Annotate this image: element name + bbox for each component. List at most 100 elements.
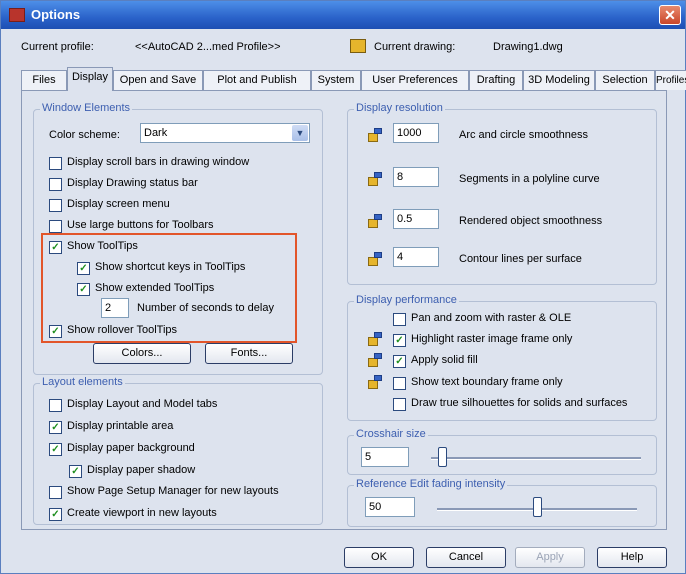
colors-button[interactable]: Colors... (93, 343, 191, 364)
layout-elements-title: Layout elements (40, 376, 125, 388)
close-button[interactable]: ✕ (659, 5, 681, 25)
checkmark-icon: ✓ (395, 356, 404, 367)
checkbox-extended-tooltips[interactable]: ✓ (77, 283, 90, 296)
pencil-icon (367, 331, 383, 347)
display-resolution-title: Display resolution (354, 102, 445, 114)
label-paper-shadow: Display paper shadow (87, 464, 196, 476)
rendered-smoothness-label: Rendered object smoothness (459, 215, 603, 227)
tab-system[interactable]: System (311, 70, 361, 90)
checkmark-icon: ✓ (51, 422, 60, 433)
checkbox-layout-model-tabs[interactable] (49, 399, 62, 412)
dropdown-arrow-icon[interactable]: ▼ (292, 125, 308, 141)
checkbox-paper-background[interactable]: ✓ (49, 443, 62, 456)
checkbox-scroll-bars[interactable] (49, 157, 62, 170)
label-printable-area: Display printable area (67, 420, 174, 432)
tab-files[interactable]: Files (21, 70, 67, 90)
checkmark-icon: ✓ (79, 263, 88, 274)
checkbox-pan-zoom-raster[interactable] (393, 313, 406, 326)
checkbox-rollover-tooltips[interactable]: ✓ (49, 325, 62, 338)
pencil-icon (367, 251, 383, 267)
checkmark-icon: ✓ (395, 335, 404, 346)
ok-button[interactable]: OK (344, 547, 414, 568)
tab-open-and-save[interactable]: Open and Save (113, 70, 203, 90)
tooltip-delay-label: Number of seconds to delay (137, 302, 274, 314)
pencil-icon (367, 213, 383, 229)
label-layout-model-tabs: Display Layout and Model tabs (67, 398, 218, 410)
checkbox-large-buttons[interactable] (49, 220, 62, 233)
label-true-silhouettes: Draw true silhouettes for solids and sur… (411, 397, 628, 409)
checkbox-apply-solid-fill[interactable]: ✓ (393, 355, 406, 368)
color-scheme-value: Dark (144, 127, 168, 139)
xref-fading-input[interactable]: 50 (365, 497, 415, 517)
tab-display[interactable]: Display (67, 67, 113, 91)
color-scheme-select[interactable]: Dark ▼ (140, 123, 310, 143)
checkbox-show-tooltips[interactable]: ✓ (49, 241, 62, 254)
label-extended-tooltips: Show extended ToolTips (95, 282, 215, 294)
label-scroll-bars: Display scroll bars in drawing window (67, 156, 250, 168)
crosshair-size-track[interactable] (431, 457, 641, 460)
checkbox-shortcut-keys[interactable]: ✓ (77, 262, 90, 275)
tab-plot-and-publish[interactable]: Plot and Publish (203, 70, 311, 90)
pencil-icon (367, 374, 383, 390)
checkbox-text-boundary[interactable] (393, 377, 406, 390)
checkmark-icon: ✓ (51, 242, 60, 253)
label-status-bar: Display Drawing status bar (67, 177, 198, 189)
label-page-setup-manager: Show Page Setup Manager for new layouts (67, 485, 279, 497)
checkmark-icon: ✓ (51, 444, 60, 455)
tooltip-delay-input[interactable]: 2 (101, 298, 129, 318)
title-bar: Options ✕ (1, 1, 685, 29)
contour-lines-input[interactable]: 4 (393, 247, 439, 267)
checkmark-icon: ✓ (71, 466, 80, 477)
tab-user-preferences[interactable]: User Preferences (361, 70, 469, 90)
crosshair-size-slider-thumb[interactable] (437, 447, 447, 467)
fonts-button[interactable]: Fonts... (205, 343, 293, 364)
crosshair-size-title: Crosshair size (354, 428, 428, 440)
label-highlight-raster: Highlight raster image frame only (411, 333, 573, 345)
checkbox-true-silhouettes[interactable] (393, 398, 406, 411)
checkmark-icon: ✓ (79, 284, 88, 295)
pencil-icon (367, 352, 383, 368)
color-scheme-label: Color scheme: (49, 129, 120, 141)
label-shortcut-keys: Show shortcut keys in ToolTips (95, 261, 246, 273)
polyline-segments-label: Segments in a polyline curve (459, 173, 600, 185)
apply-button[interactable]: Apply (515, 547, 585, 568)
help-button[interactable]: Help (597, 547, 667, 568)
tab-drafting[interactable]: Drafting (469, 70, 523, 90)
current-profile-value: <<AutoCAD 2...med Profile>> (135, 41, 281, 53)
checkbox-paper-shadow[interactable]: ✓ (69, 465, 82, 478)
checkbox-highlight-raster[interactable]: ✓ (393, 334, 406, 347)
label-apply-solid-fill: Apply solid fill (411, 354, 478, 366)
rendered-smoothness-input[interactable]: 0.5 (393, 209, 439, 229)
crosshair-size-input[interactable]: 5 (361, 447, 409, 467)
arc-smoothness-label: Arc and circle smoothness (459, 129, 588, 141)
label-screen-menu: Display screen menu (67, 198, 170, 210)
display-performance-title: Display performance (354, 294, 459, 306)
label-paper-background: Display paper background (67, 442, 195, 454)
label-large-buttons: Use large buttons for Toolbars (67, 219, 214, 231)
checkbox-create-viewport[interactable]: ✓ (49, 508, 62, 521)
label-pan-zoom-raster: Pan and zoom with raster & OLE (411, 312, 572, 324)
xref-fading-slider-thumb[interactable] (533, 497, 542, 517)
checkbox-printable-area[interactable]: ✓ (49, 421, 62, 434)
checkbox-page-setup-manager[interactable] (49, 486, 62, 499)
label-create-viewport: Create viewport in new layouts (67, 507, 217, 519)
arc-smoothness-input[interactable]: 1000 (393, 123, 439, 143)
checkbox-status-bar[interactable] (49, 178, 62, 191)
checkmark-icon: ✓ (51, 326, 60, 337)
pencil-icon (367, 171, 383, 187)
current-drawing-value: Drawing1.dwg (493, 41, 563, 53)
tab-profiles[interactable]: Profiles (655, 70, 686, 90)
window-title: Options (31, 7, 81, 22)
checkbox-screen-menu[interactable] (49, 199, 62, 212)
pencil-icon (367, 127, 383, 143)
options-dialog: Options ✕ Current profile: <<AutoCAD 2..… (0, 0, 686, 574)
label-text-boundary: Show text boundary frame only (411, 376, 563, 388)
tab-3d-modeling[interactable]: 3D Modeling (523, 70, 595, 90)
cancel-button[interactable]: Cancel (426, 547, 506, 568)
current-drawing-label: Current drawing: (374, 41, 456, 53)
label-show-tooltips: Show ToolTips (67, 240, 138, 252)
label-rollover-tooltips: Show rollover ToolTips (67, 324, 178, 336)
tab-selection[interactable]: Selection (595, 70, 655, 90)
drawing-icon (350, 39, 366, 53)
polyline-segments-input[interactable]: 8 (393, 167, 439, 187)
